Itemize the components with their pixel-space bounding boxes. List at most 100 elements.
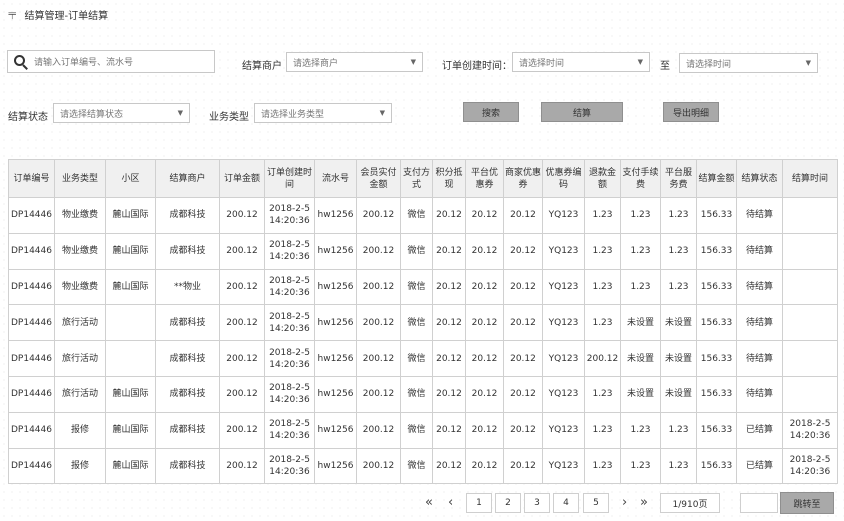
table-cell: 麓山国际 — [105, 411, 156, 449]
table-cell: 1.23 — [660, 447, 697, 485]
merchant-select[interactable]: 请选择商户 ▼ — [286, 52, 423, 72]
table-cell: 1.23 — [584, 197, 621, 234]
column-header: 平台优惠券 — [465, 159, 504, 198]
table-cell: 2018-2-5 14:20:36 — [264, 375, 315, 413]
table-row[interactable]: DP14446 报修 麓山国际 成都科技 200.12 2018-2-5 14:20:36… — [8, 411, 838, 449]
table-cell: 20.12 — [432, 232, 466, 270]
table-cell: 156.33 — [696, 375, 737, 413]
table-cell: 156.33 — [696, 411, 737, 449]
table-cell: 20.12 — [465, 411, 504, 449]
table-cell: 20.12 — [432, 197, 466, 234]
order-id-link[interactable]: DP14446 — [8, 197, 55, 234]
jump-button[interactable]: 跳转至 — [780, 492, 834, 514]
table-cell: 1.23 — [620, 197, 661, 234]
table-cell: 微信 — [400, 197, 433, 234]
table-cell: 200.12 — [219, 375, 265, 413]
table-cell: 1.23 — [660, 232, 697, 270]
order-id-link[interactable]: DP14446 — [8, 268, 55, 306]
page-button[interactable]: 3 — [524, 493, 550, 513]
table-header-row: 订单编号 业务类型 小区 结算商户 订单金额 订单创建时间 流水号 会员实付金额 支付方式 积分抵… — [8, 159, 838, 198]
order-id-link[interactable]: DP14446 — [8, 411, 55, 449]
table-cell: 1.23 — [584, 447, 621, 485]
table-cell: 200.12 — [356, 197, 401, 234]
table-cell: 2018-2-5 14:20:36 — [782, 447, 838, 485]
first-page-icon[interactable]: « — [425, 494, 433, 512]
table-cell: 20.12 — [465, 447, 504, 485]
table-cell: 200.12 — [356, 411, 401, 449]
page-button[interactable]: 1 — [466, 493, 492, 513]
table-cell: 2018-2-5 14:20:36 — [264, 304, 315, 342]
table-cell — [105, 340, 156, 377]
table-cell: 1.23 — [584, 304, 621, 342]
table-cell: 200.12 — [356, 232, 401, 270]
status-placeholder: 请选择结算状态 — [60, 109, 124, 120]
prev-page-icon[interactable]: ‹ — [448, 494, 453, 512]
table-cell: 20.12 — [465, 340, 504, 377]
table-cell: 微信 — [400, 447, 433, 485]
table-row[interactable]: DP14446 物业缴费 麓山国际 成都科技 200.12 2018-2-5 14:20:… — [8, 232, 838, 270]
settle-button[interactable]: 结算 — [541, 102, 623, 122]
search-input[interactable]: 请输入订单编号、流水号 — [7, 50, 215, 73]
page-button[interactable]: 4 — [553, 493, 579, 513]
table-cell: 20.12 — [503, 411, 543, 449]
table-cell: 未设置 — [660, 304, 697, 342]
biz-type-select[interactable]: 请选择业务类型 ▼ — [254, 103, 392, 123]
next-page-icon[interactable]: › — [622, 494, 627, 512]
page-button[interactable]: 5 — [583, 493, 609, 513]
table-cell: 1.23 — [584, 232, 621, 270]
table-cell: 20.12 — [432, 375, 466, 413]
export-detail-button[interactable]: 导出明细 — [663, 102, 719, 122]
table-cell: 成都科技 — [155, 411, 220, 449]
start-time-placeholder: 请选择时间 — [519, 58, 565, 69]
table-row[interactable]: DP14446 旅行活动 成都科技 200.12 2018-2-5 14:20:36 hw… — [8, 304, 838, 342]
jump-page-input[interactable] — [740, 493, 778, 513]
biz-type-placeholder: 请选择业务类型 — [261, 109, 325, 120]
column-header: 结算时间 — [782, 159, 838, 198]
table-cell: hw1256 — [314, 375, 357, 413]
table-cell: 156.33 — [696, 304, 737, 342]
order-id-link[interactable]: DP14446 — [8, 304, 55, 342]
chevron-down-icon: ▼ — [177, 109, 183, 117]
order-id-link[interactable]: DP14446 — [8, 232, 55, 270]
page-total: 1/910页 — [660, 493, 720, 513]
table-cell: 麓山国际 — [105, 268, 156, 306]
table-cell: 成都科技 — [155, 304, 220, 342]
table-row[interactable]: DP14446 物业缴费 麓山国际 成都科技 200.12 2018-2-5 14:20:… — [8, 197, 838, 234]
search-button[interactable]: 搜索 — [463, 102, 519, 122]
menu-lines-icon[interactable]: ⫧ — [8, 6, 16, 22]
table-cell: 待结算 — [736, 340, 783, 377]
table-cell: YQ123 — [542, 304, 585, 342]
table-cell: 麓山国际 — [105, 375, 156, 413]
table-cell: 已结算 — [736, 411, 783, 449]
table-cell: 物业缴费 — [54, 232, 106, 270]
table-cell: 微信 — [400, 411, 433, 449]
order-id-link[interactable]: DP14446 — [8, 447, 55, 485]
table-cell: YQ123 — [542, 447, 585, 485]
table-cell: 200.12 — [219, 232, 265, 270]
column-header: 订单创建时间 — [264, 159, 315, 198]
table-cell: 20.12 — [465, 197, 504, 234]
table-cell: 2018-2-5 14:20:36 — [264, 232, 315, 270]
table-row[interactable]: DP14446 物业缴费 麓山国际 **物业 200.12 2018-2-5 14:20:… — [8, 268, 838, 306]
table-row[interactable]: DP14446 旅行活动 麓山国际 成都科技 200.12 2018-2-5 14:20:… — [8, 375, 838, 413]
table-cell — [105, 304, 156, 342]
status-select[interactable]: 请选择结算状态 ▼ — [53, 103, 190, 123]
end-time-select[interactable]: 请选择时间 ▼ — [679, 53, 818, 73]
order-id-link[interactable]: DP14446 — [8, 340, 55, 377]
start-time-select[interactable]: 请选择时间 ▼ — [512, 52, 650, 72]
order-id-link[interactable]: DP14446 — [8, 375, 55, 413]
table-cell: YQ123 — [542, 197, 585, 234]
merchant-placeholder: 请选择商户 — [293, 58, 339, 69]
table-row[interactable]: DP14446 旅行活动 成都科技 200.12 2018-2-5 14:20:36 hw… — [8, 340, 838, 377]
table-cell: 20.12 — [465, 304, 504, 342]
table-cell: 麓山国际 — [105, 197, 156, 234]
table-row[interactable]: DP14446 报修 麓山国际 成都科技 200.12 2018-2-5 14:20:36… — [8, 447, 838, 485]
last-page-icon[interactable]: » — [640, 494, 648, 512]
table-cell: 20.12 — [432, 447, 466, 485]
page-button[interactable]: 2 — [495, 493, 521, 513]
table-cell: 20.12 — [503, 268, 543, 306]
column-header: 订单编号 — [8, 159, 55, 198]
table-cell: 200.12 — [584, 340, 621, 377]
table-cell: 未设置 — [620, 304, 661, 342]
chevron-down-icon: ▼ — [379, 109, 385, 117]
